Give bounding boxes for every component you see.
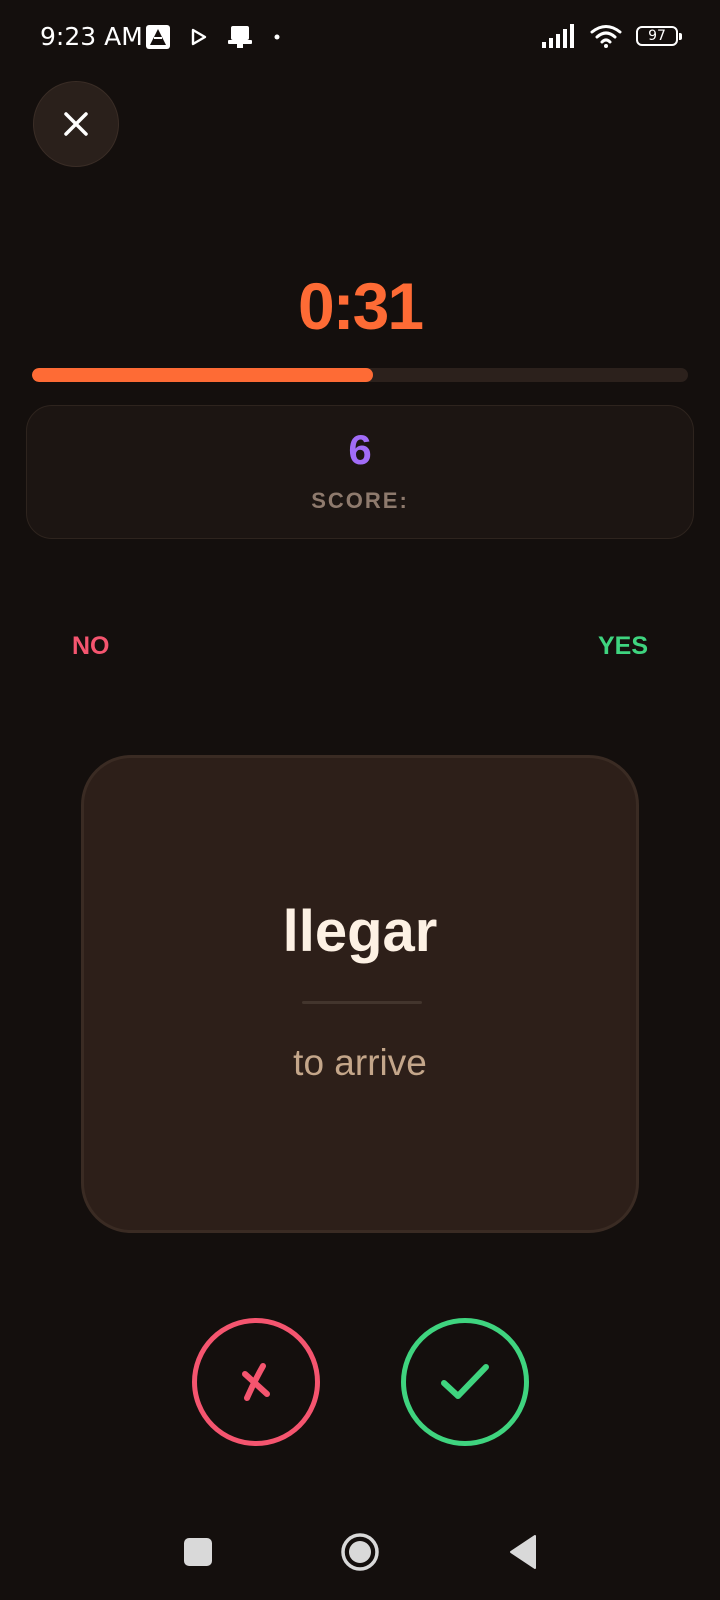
swipe-hint-no: NO: [72, 632, 110, 660]
card-word: llegar: [282, 899, 438, 964]
flashcard[interactable]: llegar to arrive: [81, 755, 639, 1233]
game-screen: 9:23 AM 97 0:31 6 SCORE: NO YES llegar t…: [0, 0, 720, 1600]
system-nav-bar: [0, 1512, 720, 1600]
download-tray-icon: [228, 26, 252, 48]
app-notification-icon: [146, 25, 170, 49]
home-button[interactable]: [340, 1532, 380, 1572]
back-button[interactable]: [508, 1534, 538, 1570]
card-divider: [302, 1001, 422, 1004]
close-icon: [64, 112, 88, 136]
score-label: SCORE:: [311, 488, 409, 513]
score-card: 6 SCORE:: [26, 405, 694, 539]
battery-icon: 97: [636, 26, 682, 46]
close-button[interactable]: [33, 81, 119, 167]
cross-mark-icon: [242, 1363, 270, 1401]
answer-no-button[interactable]: [192, 1318, 320, 1446]
status-time: 9:23 AM: [40, 22, 143, 51]
more-notifications-dot-icon: [274, 34, 280, 40]
notification-icons: [145, 24, 281, 50]
recents-button[interactable]: [184, 1538, 212, 1566]
play-store-icon: [191, 28, 207, 46]
signal-icon: [542, 24, 574, 48]
checkmark-icon: [441, 1364, 489, 1399]
score-value: 6: [348, 426, 372, 473]
status-bar: 9:23 AM 97: [0, 0, 720, 78]
time-progress-fill: [32, 368, 374, 382]
swipe-hint-yes: YES: [597, 632, 648, 660]
answer-yes-button[interactable]: [401, 1318, 529, 1446]
time-progress-bar: [32, 368, 688, 382]
wifi-icon: [590, 25, 622, 48]
system-icons: 97: [542, 24, 682, 48]
card-translation: to arrive: [293, 1042, 427, 1083]
countdown-timer: 0:31: [297, 269, 424, 343]
